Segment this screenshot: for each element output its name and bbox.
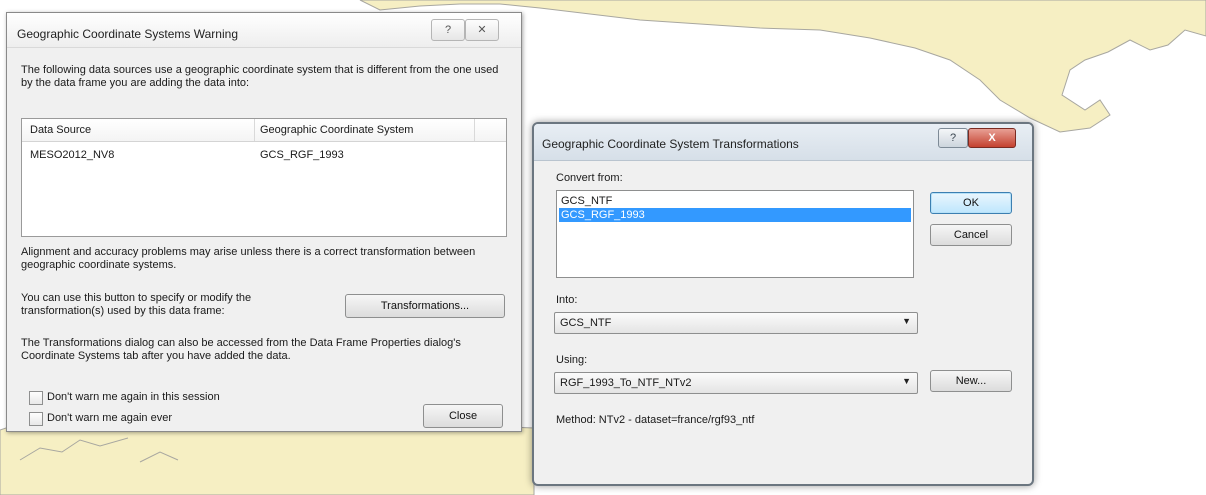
list-item-selected[interactable]: GCS_RGF_1993: [559, 208, 911, 222]
checkbox-label[interactable]: Don't warn me again ever: [47, 412, 172, 424]
close-button[interactable]: Close: [423, 404, 503, 428]
transformations-dialog-titlebar[interactable]: Geographic Coordinate System Transformat…: [534, 124, 1032, 161]
checkbox-warn-ever[interactable]: Don't warn me again ever: [29, 411, 289, 427]
checkbox-label[interactable]: Don't warn me again in this session: [47, 391, 220, 403]
close-icon[interactable]: X: [968, 128, 1016, 148]
cancel-button[interactable]: Cancel: [930, 224, 1012, 246]
warning-dialog-titlebar[interactable]: Geographic Coordinate Systems Warning ? …: [7, 13, 521, 48]
checkbox-warn-session[interactable]: Don't warn me again in this session: [29, 390, 289, 406]
column-header-data-source[interactable]: Data Source: [30, 124, 91, 136]
new-button[interactable]: New...: [930, 370, 1012, 392]
checkbox-box[interactable]: [29, 412, 43, 426]
properties-hint-text: The Transformations dialog can also be a…: [21, 337, 461, 362]
chevron-down-icon[interactable]: ▼: [902, 316, 911, 326]
chevron-down-icon[interactable]: ▼: [902, 376, 911, 386]
transformations-button[interactable]: Transformations...: [345, 294, 505, 318]
table-row[interactable]: MESO2012_NV8 GCS_RGF_1993: [22, 149, 506, 165]
column-divider[interactable]: [474, 119, 475, 141]
table-cell-data-source: MESO2012_NV8: [30, 149, 115, 161]
into-dropdown-value: GCS_NTF: [560, 317, 612, 329]
column-header-gcs[interactable]: Geographic Coordinate System: [260, 124, 413, 136]
table-header: Data Source Geographic Coordinate System: [22, 119, 506, 142]
warning-dialog-title: Geographic Coordinate Systems Warning: [17, 27, 238, 41]
transformations-dialog-title: Geographic Coordinate System Transformat…: [542, 137, 799, 151]
warning-dialog: Geographic Coordinate Systems Warning ? …: [6, 12, 522, 432]
using-dropdown-value: RGF_1993_To_NTF_NTv2: [560, 377, 692, 389]
data-source-table[interactable]: Data Source Geographic Coordinate System…: [21, 118, 507, 237]
intro-text: The following data sources use a geograp…: [21, 64, 499, 89]
help-button[interactable]: ?: [431, 19, 465, 41]
ok-button[interactable]: OK: [930, 192, 1012, 214]
alignment-warning-text: Alignment and accuracy problems may aris…: [21, 246, 476, 271]
list-item[interactable]: GCS_NTF: [559, 194, 911, 208]
using-label: Using:: [556, 354, 588, 366]
into-dropdown[interactable]: GCS_NTF ▼: [554, 312, 918, 334]
convert-from-list[interactable]: GCS_NTF GCS_RGF_1993: [556, 190, 914, 278]
transformations-dialog: Geographic Coordinate System Transformat…: [532, 122, 1034, 486]
method-text: Method: NTv2 - dataset=france/rgf93_ntf: [556, 414, 755, 426]
table-cell-gcs: GCS_RGF_1993: [260, 149, 344, 161]
column-divider[interactable]: [254, 119, 255, 141]
help-button[interactable]: ?: [938, 128, 968, 148]
transformation-hint-text: You can use this button to specify or mo…: [21, 292, 252, 317]
into-label: Into:: [556, 294, 578, 306]
convert-from-label: Convert from:: [556, 172, 623, 184]
using-dropdown[interactable]: RGF_1993_To_NTF_NTv2 ▼: [554, 372, 918, 394]
close-icon[interactable]: ✕: [465, 19, 499, 41]
checkbox-box[interactable]: [29, 391, 43, 405]
